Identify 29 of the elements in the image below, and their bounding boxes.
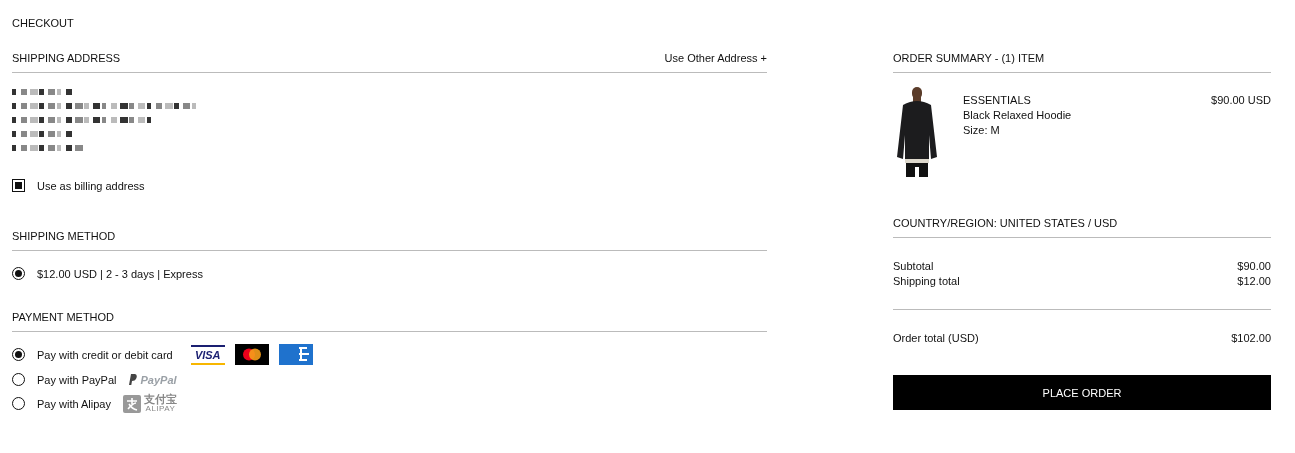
mastercard-logo [234, 344, 269, 365]
use-other-address-link[interactable]: Use Other Address + [664, 52, 767, 64]
alipay-logo: 支付宝 ALIPAY [123, 394, 177, 413]
summary-label: Subtotal [893, 260, 934, 272]
visa-logo: VISA [190, 344, 225, 365]
item-brand: ESSENTIALS [963, 94, 1032, 106]
summary-value: $12.00 [1237, 275, 1271, 287]
option-label: Pay with credit or debit card [37, 348, 173, 361]
section-title: SHIPPING ADDRESS [12, 52, 121, 64]
item-size: Size: M [963, 124, 1001, 136]
option-label: $12.00 USD | 2 - 3 days | Express [37, 267, 203, 280]
option-label: Pay with Alipay [37, 397, 111, 410]
item-price: $90.00 USD [1211, 94, 1271, 108]
total-label: Order total (USD) [893, 332, 979, 344]
checkbox-label: Use as billing address [37, 179, 145, 192]
option-label: Pay with PayPal [37, 373, 117, 386]
paypal-logo: PayPal [128, 373, 177, 386]
section-title: ORDER SUMMARY - (1) ITEM [893, 52, 1045, 64]
total-value: $102.00 [1231, 332, 1271, 344]
summary-value: $90.00 [1237, 260, 1271, 272]
section-title: COUNTRY/REGION: UNITED STATES / USD [893, 217, 1118, 229]
summary-label: Shipping total [893, 275, 960, 287]
place-order-button[interactable]: PLACE ORDER [893, 375, 1271, 410]
billing-checkbox[interactable] [12, 179, 25, 192]
section-title: SHIPPING METHOD [12, 230, 116, 242]
section-title: PAYMENT METHOD [12, 311, 115, 323]
page-title: CHECKOUT [12, 17, 74, 29]
item-name: Black Relaxed Hoodie [963, 109, 1073, 121]
amex-logo [278, 344, 313, 365]
